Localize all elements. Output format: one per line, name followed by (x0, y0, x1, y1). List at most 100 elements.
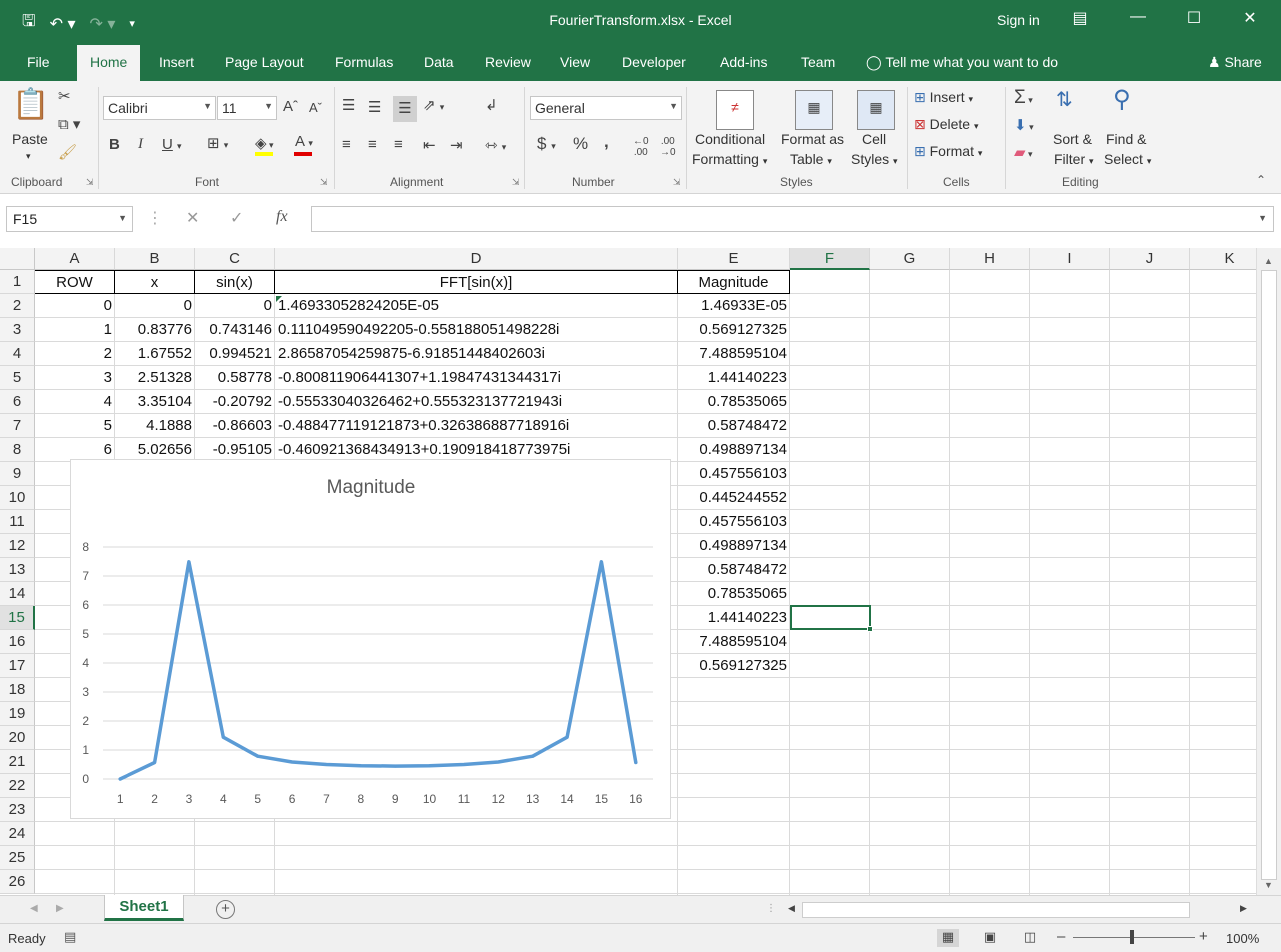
cell-e2[interactable]: 1.46933E-05 (678, 294, 790, 318)
cell-e3[interactable]: 0.569127325 (678, 318, 790, 342)
format-as-table-icon[interactable]: ▦ (795, 90, 833, 130)
number-format-select[interactable]: General ▼ (530, 96, 682, 120)
magnitude-chart[interactable]: Magnitude 0 1 2 3 4 5 6 7 8 1 2 3 4 5 6 7 8 9 10 11 12 13 14 15 1… (70, 459, 671, 819)
header-cell-d[interactable]: FFT[sin(x)] (275, 270, 678, 294)
underline-button[interactable]: U ▾ (162, 136, 182, 153)
row-header-26[interactable]: 26 (0, 870, 35, 894)
collapse-ribbon-icon[interactable]: ⌃ (1256, 173, 1266, 187)
cell-e10[interactable]: 0.445244552 (678, 486, 790, 510)
cell-b6[interactable]: 3.35104 (115, 390, 195, 414)
delete-cells-button[interactable]: ⊠ Delete ▾ (914, 116, 979, 133)
format-cells-button[interactable]: ⊞ Format ▾ (914, 143, 982, 160)
cell-c4[interactable]: 0.994521 (195, 342, 275, 366)
select-all-corner[interactable] (0, 248, 35, 270)
row-header-7[interactable]: 7 (0, 414, 35, 438)
cell-d2[interactable]: 1.46933052824205E-05 (275, 294, 678, 318)
next-sheet-icon[interactable]: ▶ (56, 903, 64, 914)
row-header-19[interactable]: 19 (0, 702, 35, 726)
cell-d4[interactable]: 2.86587054259875-6.91851448402603i (275, 342, 678, 366)
conditional-formatting-icon[interactable]: ≠ (716, 90, 754, 130)
insert-function-icon[interactable]: fx (276, 208, 288, 226)
row-header-15[interactable]: 15 (0, 606, 35, 630)
autosum-icon[interactable]: Σ ▾ (1014, 87, 1033, 109)
name-box[interactable]: F15 ▼ (6, 206, 133, 232)
decrease-font-size-icon[interactable]: Aˇ (309, 100, 322, 115)
enter-icon[interactable]: ✓ (230, 208, 243, 228)
cell-a4[interactable]: 2 (35, 342, 115, 366)
column-header-a[interactable]: A (35, 248, 115, 270)
cell-e12[interactable]: 0.498897134 (678, 534, 790, 558)
scroll-up-icon[interactable]: ▲ (1264, 256, 1273, 266)
prev-sheet-icon[interactable]: ◀ (30, 903, 38, 914)
align-center-icon[interactable]: ≡ (368, 136, 377, 153)
bold-button[interactable]: B (109, 136, 120, 153)
minimize-icon[interactable]: — (1123, 8, 1153, 26)
tab-team[interactable]: Team (801, 54, 835, 70)
row-header-25[interactable]: 25 (0, 846, 35, 870)
row-header-12[interactable]: 12 (0, 534, 35, 558)
tab-insert[interactable]: Insert (159, 54, 194, 70)
cell-b4[interactable]: 1.67552 (115, 342, 195, 366)
orientation-icon[interactable]: ⇗ ▾ (423, 96, 444, 114)
ribbon-display-options-icon[interactable]: ▤ (1065, 8, 1095, 28)
cell-a6[interactable]: 4 (35, 390, 115, 414)
cell-a2[interactable]: 0 (35, 294, 115, 318)
column-header-f[interactable]: F (790, 248, 870, 270)
merge-center-icon[interactable]: ⇿ ▾ (485, 136, 506, 154)
cell-e5[interactable]: 1.44140223 (678, 366, 790, 390)
paste-icon[interactable]: 📋 (12, 87, 49, 129)
cell-b3[interactable]: 0.83776 (115, 318, 195, 342)
zoom-out-icon[interactable]: – (1057, 928, 1065, 945)
fill-handle[interactable] (867, 626, 873, 632)
italic-button[interactable]: I (138, 136, 143, 153)
row-header-22[interactable]: 22 (0, 774, 35, 798)
increase-decimal-icon[interactable]: ←0.00 (633, 136, 649, 158)
cell-e16[interactable]: 7.488595104 (678, 630, 790, 654)
fill-color-icon[interactable]: ◈ ▾ (255, 134, 274, 152)
cell-e15[interactable]: 1.44140223 (678, 606, 790, 630)
cell-a7[interactable]: 5 (35, 414, 115, 438)
row-header-16[interactable]: 16 (0, 630, 35, 654)
cell-e17[interactable]: 0.569127325 (678, 654, 790, 678)
find-select-button[interactable]: Find & (1106, 131, 1146, 147)
cell-e8[interactable]: 0.498897134 (678, 438, 790, 462)
cell-styles-icon[interactable]: ▦ (857, 90, 895, 130)
cancel-icon[interactable]: ✕ (186, 208, 199, 228)
column-header-b[interactable]: B (115, 248, 195, 270)
cell-c2[interactable]: 0 (195, 294, 275, 318)
sheet-tab-sheet1[interactable]: Sheet1 (104, 895, 184, 921)
sign-in-link[interactable]: Sign in (997, 12, 1040, 28)
zoom-level[interactable]: 100% (1226, 931, 1259, 946)
vertical-scrollbar[interactable]: ▲ ▼ (1256, 248, 1281, 895)
tab-view[interactable]: View (560, 54, 590, 70)
format-painter-icon[interactable]: 🖌 (58, 143, 77, 161)
borders-icon[interactable]: ⊞ ▾ (207, 134, 228, 152)
cell-e13[interactable]: 0.58748472 (678, 558, 790, 582)
macro-recording-icon[interactable]: ▤ (64, 929, 76, 945)
row-header-3[interactable]: 3 (0, 318, 35, 342)
number-launcher-icon[interactable]: ⇲ (673, 177, 681, 188)
cell-c3[interactable]: 0.743146 (195, 318, 275, 342)
row-header-2[interactable]: 2 (0, 294, 35, 318)
cell-e11[interactable]: 0.457556103 (678, 510, 790, 534)
cell-e14[interactable]: 0.78535065 (678, 582, 790, 606)
cell-d7[interactable]: -0.488477119121873+0.326386887718916i (275, 414, 678, 438)
tab-review[interactable]: Review (485, 54, 531, 70)
scroll-right-icon[interactable]: ▶ (1240, 903, 1247, 914)
align-top-icon[interactable]: ☰ (342, 96, 355, 114)
tab-page-layout[interactable]: Page Layout (225, 54, 304, 70)
header-cell-a[interactable]: ROW (35, 270, 115, 294)
find-select-icon[interactable]: ⚲ (1113, 85, 1131, 114)
column-header-e[interactable]: E (678, 248, 790, 270)
cell-b5[interactable]: 2.51328 (115, 366, 195, 390)
cell-c7[interactable]: -0.86603 (195, 414, 275, 438)
column-header-j[interactable]: J (1110, 248, 1190, 270)
row-header-13[interactable]: 13 (0, 558, 35, 582)
cell-a3[interactable]: 1 (35, 318, 115, 342)
column-header-h[interactable]: H (950, 248, 1030, 270)
align-middle-icon[interactable]: ☰ (368, 98, 381, 116)
cut-icon[interactable]: ✂ (58, 87, 71, 105)
horizontal-scrollbar[interactable]: ◀ ▶ (784, 900, 1256, 920)
scroll-down-icon[interactable]: ▼ (1264, 880, 1273, 890)
increase-indent-icon[interactable]: ⇥ (450, 136, 463, 154)
